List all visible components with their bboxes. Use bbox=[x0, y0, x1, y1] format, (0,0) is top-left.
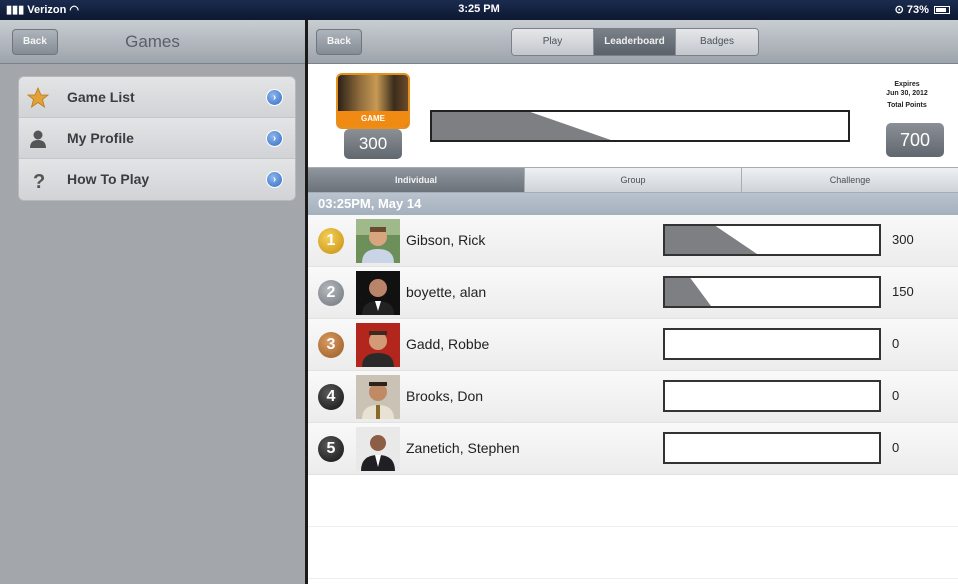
question-icon: ? bbox=[33, 171, 45, 191]
game-summary: GAME 300 Expires Jun 30, 2012 Total Poin… bbox=[308, 65, 958, 165]
progress-bar-graphic bbox=[665, 382, 879, 410]
player-progress-bar bbox=[663, 276, 881, 308]
section-date-header: 03:25PM, May 14 bbox=[308, 193, 958, 215]
lock-rotation-icon: ⊙ bbox=[894, 4, 904, 16]
star-icon bbox=[27, 87, 49, 108]
segment-play[interactable]: Play bbox=[512, 29, 594, 55]
leaderboard-row[interactable]: 5 Zanetich, Stephen 0 bbox=[308, 423, 958, 475]
games-menu: Game List › My Profile › ? How To Play › bbox=[18, 76, 296, 201]
game-tile-label: GAME bbox=[338, 111, 408, 127]
progress-fill bbox=[665, 278, 712, 306]
player-progress-bar bbox=[663, 380, 881, 412]
disclosure-icon[interactable]: › bbox=[266, 130, 283, 147]
tab-individual[interactable]: Individual bbox=[308, 168, 525, 192]
leaderboard-list: 1 Gibson, Rick 300 2 boyette, alan 150 3… bbox=[308, 215, 958, 579]
avatar bbox=[356, 427, 400, 471]
empty-row bbox=[308, 475, 958, 527]
rank-badge: 1 bbox=[318, 228, 344, 254]
player-progress-bar bbox=[663, 328, 881, 360]
tab-group[interactable]: Group bbox=[525, 168, 742, 192]
progress-bar-graphic bbox=[432, 112, 611, 140]
player-points: 0 bbox=[892, 440, 900, 455]
expires-label: Expires bbox=[894, 81, 920, 88]
avatar bbox=[356, 271, 400, 315]
segment-badges[interactable]: Badges bbox=[676, 29, 758, 55]
leaderboard-tabs: Individual Group Challenge bbox=[308, 167, 958, 193]
leaderboard-row[interactable]: 3 Gadd, Robbe 0 bbox=[308, 319, 958, 371]
total-points-badge: 700 bbox=[886, 123, 944, 157]
avatar bbox=[356, 375, 400, 419]
leaderboard-row[interactable]: 1 Gibson, Rick 300 bbox=[308, 215, 958, 267]
menu-item-game-list[interactable]: Game List › bbox=[19, 77, 295, 118]
player-points: 0 bbox=[892, 388, 900, 403]
segment-leaderboard[interactable]: Leaderboard bbox=[594, 29, 676, 55]
expires-info: Expires Jun 30, 2012 Total Points bbox=[872, 80, 942, 110]
tab-challenge[interactable]: Challenge bbox=[742, 168, 958, 192]
game-progress-bar bbox=[430, 110, 850, 142]
expires-date: Jun 30, 2012 bbox=[886, 90, 928, 97]
player-name: Gibson, Rick bbox=[406, 232, 486, 248]
progress-bar-graphic bbox=[665, 330, 879, 358]
progress-bar-graphic bbox=[665, 278, 712, 306]
menu-item-how-to-play[interactable]: ? How To Play › bbox=[19, 159, 295, 200]
empty-row bbox=[308, 527, 958, 579]
menu-item-label: How To Play bbox=[67, 171, 150, 187]
player-points: 300 bbox=[892, 232, 914, 247]
rank-badge: 3 bbox=[318, 332, 344, 358]
battery-icon bbox=[934, 6, 950, 15]
my-score-badge: 300 bbox=[344, 129, 402, 159]
left-navbar: Back Games bbox=[0, 20, 305, 64]
player-name: Brooks, Don bbox=[406, 388, 484, 404]
disclosure-icon[interactable]: › bbox=[266, 89, 283, 106]
rank-badge: 4 bbox=[318, 384, 344, 410]
avatar bbox=[356, 219, 400, 263]
rank-badge: 5 bbox=[318, 436, 344, 462]
player-progress-bar bbox=[663, 224, 881, 256]
right-back-button[interactable]: Back bbox=[316, 29, 362, 55]
game-thumbnail[interactable]: GAME bbox=[336, 73, 410, 129]
leaderboard-row[interactable]: 4 Brooks, Don 0 bbox=[308, 371, 958, 423]
right-navbar: Back Play Leaderboard Badges bbox=[308, 20, 958, 64]
menu-item-label: My Profile bbox=[67, 130, 134, 146]
left-nav-title: Games bbox=[125, 32, 180, 51]
game-art-image bbox=[338, 75, 408, 113]
progress-fill bbox=[665, 226, 758, 254]
status-right: ⊙ 73% bbox=[895, 3, 950, 16]
clock: 3:25 PM bbox=[458, 3, 500, 15]
total-points-label: Total Points bbox=[887, 102, 927, 109]
view-segmented-control: Play Leaderboard Badges bbox=[511, 28, 759, 56]
player-points: 150 bbox=[892, 284, 914, 299]
progress-bar-graphic bbox=[665, 226, 758, 254]
disclosure-icon[interactable]: › bbox=[266, 171, 283, 188]
master-panel: Back Games Game List › My Profile › ? Ho… bbox=[0, 20, 305, 584]
status-bar: ▮▮▮ Verizon ◠ 3:25 PM ⊙ 73% bbox=[0, 0, 958, 20]
menu-item-my-profile[interactable]: My Profile › bbox=[19, 118, 295, 159]
menu-item-label: Game List bbox=[67, 89, 135, 105]
player-name: boyette, alan bbox=[406, 284, 487, 300]
svg-text:?: ? bbox=[33, 171, 45, 191]
person-icon bbox=[30, 130, 46, 148]
avatar bbox=[356, 323, 400, 367]
player-name: Gadd, Robbe bbox=[406, 336, 490, 352]
rank-badge: 2 bbox=[318, 280, 344, 306]
progress-fill bbox=[432, 112, 611, 140]
detail-panel: Back Play Leaderboard Badges GAME 300 Ex… bbox=[308, 20, 958, 584]
player-name: Zanetich, Stephen bbox=[406, 440, 520, 456]
battery-label: 73% bbox=[906, 4, 929, 16]
player-points: 0 bbox=[892, 336, 900, 351]
player-progress-bar bbox=[663, 432, 881, 464]
progress-bar-graphic bbox=[665, 434, 879, 462]
leaderboard-row[interactable]: 2 boyette, alan 150 bbox=[308, 267, 958, 319]
